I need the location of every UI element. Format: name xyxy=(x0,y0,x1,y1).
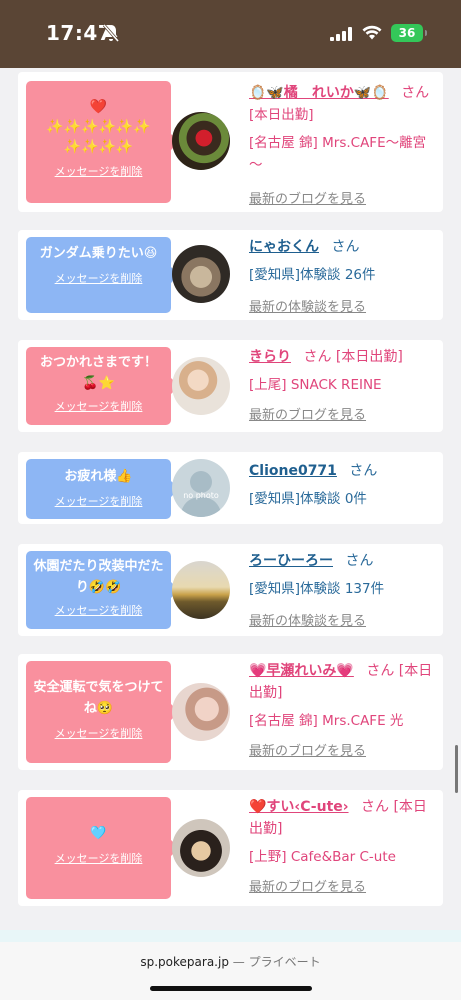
message-text: 🩵 xyxy=(90,826,107,841)
avatar[interactable] xyxy=(172,683,230,741)
user-name-link[interactable]: にゃおくん xyxy=(249,239,319,255)
message-card[interactable]: 🩵 メッセージを削除 ❤️すい‹C-ute› さん [本日出勤] [上野] Ca… xyxy=(18,790,443,906)
url-text: sp.pokepara.jp xyxy=(140,955,229,969)
honorific: さん xyxy=(366,663,395,679)
latest-review-link[interactable]: 最新の体験談を見る xyxy=(249,296,437,315)
message-card[interactable]: 安全運転で気をつけてね🥺 メッセージを削除 💗早瀬れいみ💗 さん [本日出勤] … xyxy=(18,654,443,770)
user-name-link[interactable]: きらり xyxy=(249,349,291,365)
honorific: さん xyxy=(401,85,430,101)
address-bar[interactable]: sp.pokepara.jp — プライベート xyxy=(0,953,461,970)
avatar[interactable] xyxy=(172,819,230,877)
message-card[interactable]: ❤️ ✨✨✨✨✨✨ ✨✨✨✨ メッセージを削除 🪞🦋橘 れいか🦋🪞 さん [本日… xyxy=(18,72,443,212)
signal-icon xyxy=(330,26,352,45)
message-card[interactable]: おつかれさまです！🍒⭐ メッセージを削除 きらり さん [本日出勤] [上尾] … xyxy=(18,340,443,432)
honorific: さん xyxy=(345,553,374,569)
message-card[interactable]: 休園だたり改装中だたり🤣🤣 メッセージを削除 ろーひーろー さん [愛知県]体験… xyxy=(18,544,443,636)
message-card[interactable]: お疲れ様👍 メッセージを削除 no photo Clione0771 さん [愛… xyxy=(18,452,443,524)
person-silhouette-icon xyxy=(180,471,222,517)
message-text: お疲れ様👍 xyxy=(64,469,133,484)
avatar[interactable] xyxy=(172,357,230,415)
honorific: さん xyxy=(349,463,378,479)
status-bar: 17:47 36 xyxy=(0,0,461,68)
latest-review-link[interactable]: 最新の体験談を見る xyxy=(249,610,437,629)
delete-message-link[interactable]: メッセージを削除 xyxy=(26,725,171,741)
message-bubble: ガンダム乗りたい😆 メッセージを削除 xyxy=(26,237,179,313)
shop-detail: [上尾] SNACK REINE xyxy=(249,377,382,393)
shop-detail: [名古屋 錦] Mrs.CAFE 光 xyxy=(249,713,404,729)
latest-blog-link[interactable]: 最新のブログを見る xyxy=(249,740,437,759)
latest-blog-link[interactable]: 最新のブログを見る xyxy=(249,188,437,207)
battery-icon: 36 xyxy=(391,24,427,42)
user-name-link[interactable]: 💗早瀬れいみ💗 xyxy=(249,663,354,679)
message-text: ガンダム乗りたい😆 xyxy=(39,246,158,261)
honorific: さん xyxy=(331,239,360,255)
message-bubble: 安全運転で気をつけてね🥺 メッセージを削除 xyxy=(26,661,179,763)
delete-message-link[interactable]: メッセージを削除 xyxy=(26,602,171,618)
delete-message-link[interactable]: メッセージを削除 xyxy=(26,493,171,509)
message-text: 安全運転で気をつけてね🥺 xyxy=(33,680,164,716)
wifi-icon xyxy=(362,25,382,44)
review-detail: [愛知県]体験談 0件 xyxy=(249,491,367,507)
message-bubble: おつかれさまです！🍒⭐ メッセージを削除 xyxy=(26,347,179,425)
user-name-link[interactable]: Clione0771 xyxy=(249,463,337,479)
message-card[interactable]: ガンダム乗りたい😆 メッセージを削除 にゃおくん さん [愛知県]体験談 26件… xyxy=(18,230,443,320)
shop-detail: [上野] Cafe&Bar C-ute xyxy=(249,849,396,865)
avatar-placeholder[interactable]: no photo xyxy=(172,459,230,517)
user-name-link[interactable]: ❤️すい‹C-ute› xyxy=(249,799,349,815)
delete-message-link[interactable]: メッセージを削除 xyxy=(26,270,171,286)
user-name-link[interactable]: ろーひーろー xyxy=(249,553,333,569)
message-text: ❤️ ✨✨✨✨✨✨ ✨✨✨✨ xyxy=(46,99,151,155)
user-name-link[interactable]: 🪞🦋橘 れいか🦋🪞 xyxy=(249,85,389,101)
latest-blog-link[interactable]: 最新のブログを見る xyxy=(249,404,437,423)
private-label: プライベート xyxy=(248,955,321,969)
message-text: おつかれさまです！🍒⭐ xyxy=(39,355,157,391)
delete-message-link[interactable]: メッセージを削除 xyxy=(26,850,171,866)
avatar[interactable] xyxy=(172,112,230,170)
avatar[interactable] xyxy=(172,245,230,303)
honorific: さん xyxy=(360,799,389,815)
message-text: 休園だたり改装中だたり🤣🤣 xyxy=(33,559,164,595)
no-photo-label: no photo xyxy=(183,491,219,500)
message-bubble: お疲れ様👍 メッセージを削除 xyxy=(26,459,179,519)
message-bubble: 🩵 メッセージを削除 xyxy=(26,797,179,899)
avatar[interactable] xyxy=(172,561,230,619)
home-indicator[interactable] xyxy=(150,986,312,991)
status-tag: [本日出勤] xyxy=(335,349,403,365)
message-bubble: 休園だたり改装中だたり🤣🤣 メッセージを削除 xyxy=(26,551,179,629)
review-detail: [愛知県]体験談 137件 xyxy=(249,581,385,597)
status-tag: [本日出勤] xyxy=(249,107,314,123)
page-footer-strip xyxy=(0,930,461,942)
shop-detail: [名古屋 錦] Mrs.CAFE～離宮～ xyxy=(249,135,427,173)
review-detail: [愛知県]体験談 26件 xyxy=(249,267,376,283)
delete-message-link[interactable]: メッセージを削除 xyxy=(26,163,171,179)
latest-blog-link[interactable]: 最新のブログを見る xyxy=(249,876,437,895)
scroll-indicator[interactable] xyxy=(455,745,458,793)
delete-message-link[interactable]: メッセージを削除 xyxy=(26,398,171,414)
honorific: さん xyxy=(303,349,332,365)
message-bubble: ❤️ ✨✨✨✨✨✨ ✨✨✨✨ メッセージを削除 xyxy=(26,81,179,203)
bell-muted-icon xyxy=(102,24,120,46)
url-separator: — xyxy=(232,955,245,969)
